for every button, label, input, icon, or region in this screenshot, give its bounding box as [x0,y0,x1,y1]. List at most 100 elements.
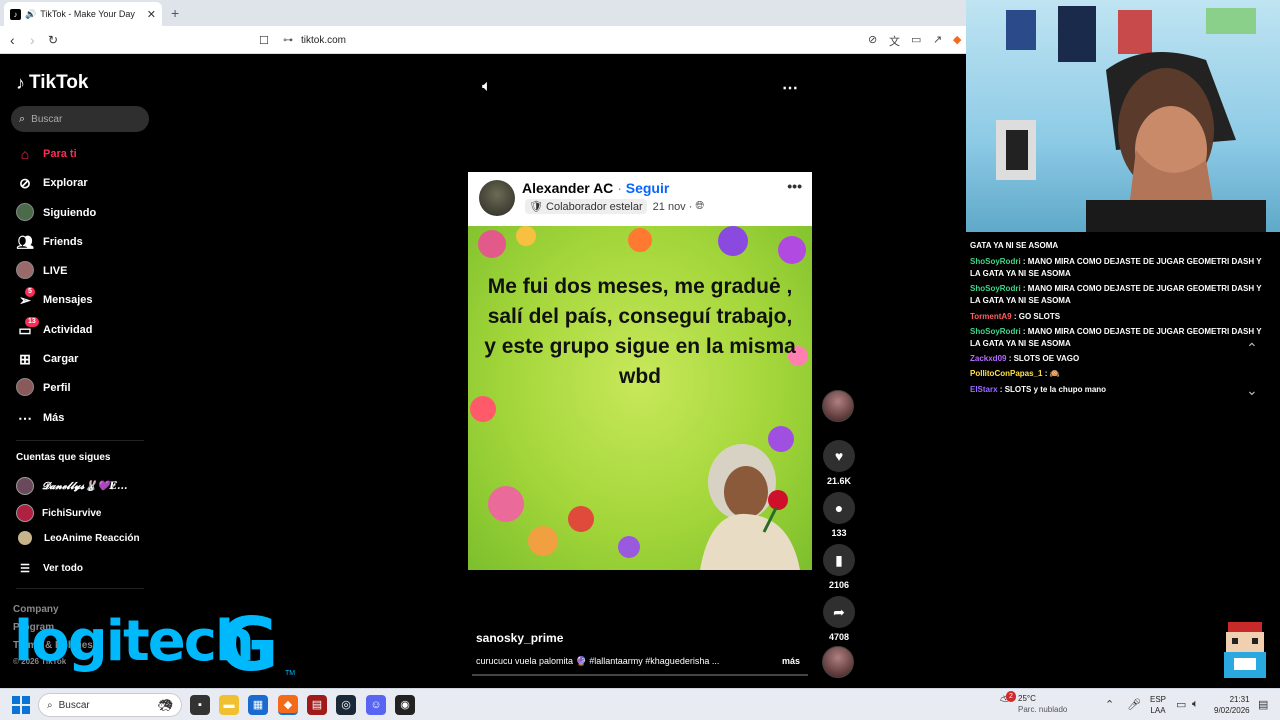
following-name: LeoAnime Reacción [44,532,140,544]
nav-explorar[interactable]: ⊘ Explorar [16,173,88,193]
temperature: 25°C [1018,694,1036,703]
save-action[interactable]: ▮ 2106 [820,544,858,590]
chat-message: ElStarx : SLOTS y te la chupo mano [970,385,1107,394]
nav-live[interactable]: LIVE [16,260,68,281]
bookmark-icon[interactable]: ▮ [823,544,855,576]
creator-avatar[interactable] [822,390,854,422]
video-progress-bar[interactable] [472,674,808,676]
heart-icon[interactable]: ♥ [823,440,855,472]
video-options-icon[interactable]: ⋯ [782,78,798,98]
chevron-down-icon[interactable]: ⌄ [1246,382,1258,399]
inbox-icon: ▭ 13 [16,316,39,339]
chat-user: ShoSoyRodri [970,284,1021,293]
system-clock[interactable]: 21:31 9/02/2026 [1214,694,1250,716]
following-item[interactable]: LeoAnime Reacción [16,531,140,545]
search-icon: ⌕ [19,112,26,125]
poster-name: Alexander AC · Seguir [522,180,669,196]
volume-tray-icon[interactable]: 🔈︎ [1192,698,1199,711]
site-info-icon[interactable]: ⊶ [283,35,293,46]
share-arrow-icon[interactable]: ➦ [823,596,855,628]
separator: · [617,180,622,196]
obs-icon[interactable]: ◉ [395,695,415,715]
nav-cargar[interactable]: ⊞ Cargar [16,349,78,369]
windows-start-icon[interactable] [12,696,30,714]
chat-user: ShoSoyRodri [970,257,1021,266]
nav-perfil[interactable]: Perfil [16,377,71,399]
volume-icon[interactable]: 🔈︎ [482,78,492,96]
nav-label: LIVE [43,265,68,277]
cast-icon[interactable]: ▭ [911,33,921,46]
friends-icon: 👥︎ [16,233,34,250]
taskbar-search-input[interactable]: ⌕ Buscar 🦔︎ [38,693,182,717]
poster-avatar [479,180,515,216]
browser-tab[interactable]: ♪ 🔊 TikTok - Make Your Day ✕ [4,2,162,26]
translate-icon[interactable]: 文 [889,33,900,49]
following-item[interactable]: FichiSurvive [16,504,101,522]
nav-actividad[interactable]: ▭ 13 Actividad [16,316,93,340]
comment-icon[interactable]: ● [823,492,855,524]
video-player[interactable]: Alexander AC · Seguir 🛡︎ Colaborador est… [468,172,812,570]
network-icon[interactable]: ▭ [1176,698,1186,711]
share-action[interactable]: ➦ 4708 [820,596,858,642]
reload-icon[interactable]: ↻ [48,33,58,47]
see-all-link[interactable]: ☰ Ver todo [16,562,83,575]
logo-text: TikTok [29,72,89,93]
flower [470,396,496,422]
flower [516,226,536,246]
list-icon: ☰ [20,563,30,575]
activity-badge: 13 [25,316,39,327]
flower [528,526,558,556]
nav-label: Actividad [43,324,93,336]
url-text: tiktok.com [301,34,347,46]
language-indicator[interactable]: ESP LAA [1150,694,1166,716]
profile-avatar [16,377,34,399]
mute-icon[interactable]: ⊘ [868,33,877,46]
post-header: Alexander AC · Seguir 🛡︎ Colaborador est… [468,172,812,226]
poster-name-text: Alexander AC [522,180,614,196]
see-all-label: Ver todo [43,563,84,574]
brave-browser-icon[interactable]: ◆ [278,695,298,715]
chevron-up-icon[interactable]: ⌃ [1246,340,1258,357]
chat-message: PollitoConPapas_1 : 🙉 [970,369,1060,378]
task-view-icon[interactable]: ▪ [190,695,210,715]
close-tab-icon[interactable]: ✕ [147,8,156,21]
video-author[interactable]: sanosky_prime [476,631,563,645]
brave-icon[interactable]: ◆ [953,33,961,46]
weather-widget[interactable]: ⛅︎ 2 25°C Parc. nublado [1000,691,1067,715]
share-icon[interactable]: ↗ [933,33,942,46]
following-item[interactable]: 𝓓𝓪𝓷𝓮𝓵𝓵𝔂𝓼🐰💜Ɇ... [16,477,127,495]
nav-para-ti[interactable]: ⌂ Para ti [16,144,77,164]
sound-disc[interactable] [822,646,854,678]
bookmark-icon[interactable]: ☐ [259,34,269,47]
nav-mensajes[interactable]: ➢ 5 Mensajes [16,286,93,310]
store-icon[interactable]: ▦ [248,695,268,715]
steam-icon[interactable]: ◎ [336,695,356,715]
tiktok-logo[interactable]: ♪ TikTok [16,72,88,94]
discord-icon[interactable]: ☺ [366,695,386,715]
caption-more-link[interactable]: más [782,656,800,666]
tray-chevron-icon[interactable]: ⌃ [1105,698,1114,711]
microphone-icon[interactable]: 🎤︎ [1127,698,1141,711]
forward-icon[interactable]: › [30,32,35,48]
like-action[interactable]: ♥ 21.6K [820,440,858,486]
tiktok-app: ♪ TikTok ⌕ Buscar ⌂ Para ti ⊘ Explorar S… [0,54,966,688]
comment-action[interactable]: ● 133 [820,492,858,538]
speaker-icon[interactable]: 🔊 [25,9,36,20]
search-input[interactable]: ⌕ Buscar [11,106,149,132]
clock-date: 9/02/2026 [1214,706,1250,715]
notification-icon[interactable]: ▤ [1258,698,1268,711]
chat-user: PollitoConPapas_1 [970,369,1043,378]
nav-friends[interactable]: 👥︎ Friends [16,232,83,252]
new-tab-button[interactable]: + [171,5,179,21]
chat-user: TormentA9 [970,312,1012,321]
taskbar-search-placeholder: Buscar [58,699,90,711]
file-explorer-icon[interactable]: ▬ [219,695,239,715]
back-icon[interactable]: ‹ [10,32,15,48]
stream-app-icon[interactable]: ▤ [307,695,327,715]
badge-label: Colaborador estelar [546,201,643,213]
chat-message: ShoSoyRodri : MANO MIRA COMO DEJASTE DE … [970,284,1262,305]
nav-siguiendo[interactable]: Siguiendo [16,202,96,223]
nav-mas[interactable]: ⋯ Más [16,408,64,428]
flower [628,228,652,252]
address-bar[interactable]: ⊶ tiktok.com [283,31,346,49]
